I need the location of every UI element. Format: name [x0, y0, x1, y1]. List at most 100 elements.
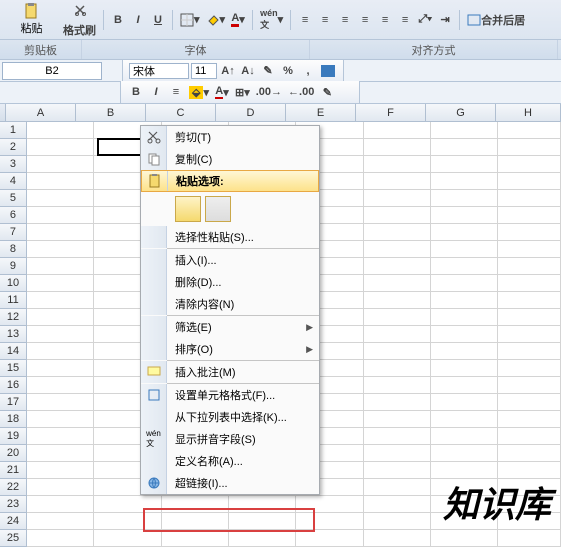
cell[interactable] [431, 343, 498, 360]
cell[interactable] [431, 411, 498, 428]
cell[interactable] [364, 190, 431, 207]
cell[interactable] [27, 428, 94, 445]
paste-button[interactable]: 粘贴 [4, 0, 59, 40]
cell[interactable] [498, 428, 561, 445]
mini-font-color[interactable]: A▾ [213, 83, 231, 101]
cell[interactable] [431, 122, 498, 139]
cell[interactable] [296, 496, 363, 513]
mini-clear[interactable]: ✎ [318, 83, 336, 101]
align-left-button[interactable]: ≡ [356, 11, 374, 29]
mini-italic[interactable]: I [147, 83, 165, 101]
menu-delete[interactable]: 删除(D)... [141, 271, 319, 293]
underline-button[interactable]: U [149, 11, 167, 29]
cell[interactable] [431, 173, 498, 190]
cell[interactable] [431, 309, 498, 326]
row-header[interactable]: 10 [0, 275, 27, 292]
menu-hyperlink[interactable]: 超链接(I)... [141, 472, 319, 494]
cell[interactable] [364, 428, 431, 445]
cell[interactable] [94, 496, 161, 513]
cell[interactable] [431, 139, 498, 156]
cell[interactable] [27, 173, 94, 190]
format-painter-mini[interactable]: ✎ [259, 62, 277, 80]
row-header[interactable]: 21 [0, 462, 27, 479]
cell[interactable] [364, 309, 431, 326]
cell[interactable] [27, 241, 94, 258]
row-header[interactable]: 15 [0, 360, 27, 377]
cell[interactable] [364, 139, 431, 156]
percent-button[interactable]: % [279, 62, 297, 80]
menu-define-name[interactable]: 定义名称(A)... [141, 450, 319, 472]
cell[interactable] [364, 343, 431, 360]
cell[interactable] [364, 411, 431, 428]
menu-format-cells[interactable]: 设置单元格格式(F)... [141, 384, 319, 406]
cell[interactable] [364, 360, 431, 377]
cell[interactable] [498, 292, 561, 309]
font-color-button[interactable]: A▾ [229, 11, 247, 29]
cell[interactable] [27, 292, 94, 309]
row-header[interactable]: 18 [0, 411, 27, 428]
cell[interactable] [498, 411, 561, 428]
cell[interactable] [498, 122, 561, 139]
cell[interactable] [162, 513, 229, 530]
cell[interactable] [364, 479, 431, 496]
cut-small-button[interactable] [61, 1, 98, 19]
row-header[interactable]: 17 [0, 394, 27, 411]
cell[interactable] [94, 530, 161, 547]
cell[interactable] [431, 326, 498, 343]
cell[interactable] [498, 156, 561, 173]
cell[interactable] [431, 394, 498, 411]
menu-pick-from-list[interactable]: 从下拉列表中选择(K)... [141, 406, 319, 428]
cell[interactable] [498, 394, 561, 411]
cell[interactable] [364, 462, 431, 479]
cell[interactable] [364, 258, 431, 275]
row-header[interactable]: 22 [0, 479, 27, 496]
cell[interactable] [94, 513, 161, 530]
shrink-font-button[interactable]: A↓ [239, 62, 257, 80]
row-header[interactable]: 23 [0, 496, 27, 513]
row-header[interactable]: 13 [0, 326, 27, 343]
cell[interactable] [498, 224, 561, 241]
italic-button[interactable]: I [129, 11, 147, 29]
cell[interactable] [27, 394, 94, 411]
align-center-button[interactable]: ≡ [376, 11, 394, 29]
cell[interactable] [364, 207, 431, 224]
col-header-F[interactable]: F [356, 104, 426, 121]
cell[interactable] [364, 156, 431, 173]
cell[interactable] [498, 530, 561, 547]
col-header-D[interactable]: D [216, 104, 286, 121]
cell[interactable] [27, 462, 94, 479]
name-box[interactable]: B2 [2, 62, 102, 80]
cell[interactable] [364, 224, 431, 241]
merge-button[interactable]: 合并后居 [465, 11, 527, 29]
row-header[interactable]: 24 [0, 513, 27, 530]
cell[interactable] [27, 207, 94, 224]
cell[interactable] [229, 530, 296, 547]
cell[interactable] [27, 258, 94, 275]
align-top-button[interactable]: ≡ [296, 11, 314, 29]
cell[interactable] [364, 275, 431, 292]
row-header[interactable]: 25 [0, 530, 27, 547]
cell[interactable] [27, 360, 94, 377]
paste-option-2[interactable] [205, 196, 231, 222]
cell[interactable] [498, 207, 561, 224]
mini-border[interactable]: ⊞▾ [233, 83, 252, 101]
col-header-G[interactable]: G [426, 104, 496, 121]
mini-bold[interactable]: B [127, 83, 145, 101]
cell[interactable] [27, 445, 94, 462]
cell[interactable] [498, 275, 561, 292]
cell[interactable] [498, 258, 561, 275]
cell[interactable] [364, 173, 431, 190]
mini-align[interactable]: ≡ [167, 83, 185, 101]
font-name-input[interactable] [129, 63, 189, 79]
cell[interactable] [431, 241, 498, 258]
menu-insert[interactable]: 插入(I)... [141, 249, 319, 271]
cell[interactable] [498, 190, 561, 207]
cell[interactable] [27, 122, 94, 139]
cell[interactable] [431, 445, 498, 462]
menu-clear[interactable]: 清除内容(N) [141, 293, 319, 315]
cell[interactable] [364, 241, 431, 258]
cell[interactable] [431, 258, 498, 275]
cell[interactable] [498, 241, 561, 258]
cell[interactable] [27, 326, 94, 343]
format-painter-button[interactable]: 格式刷 [61, 21, 98, 39]
